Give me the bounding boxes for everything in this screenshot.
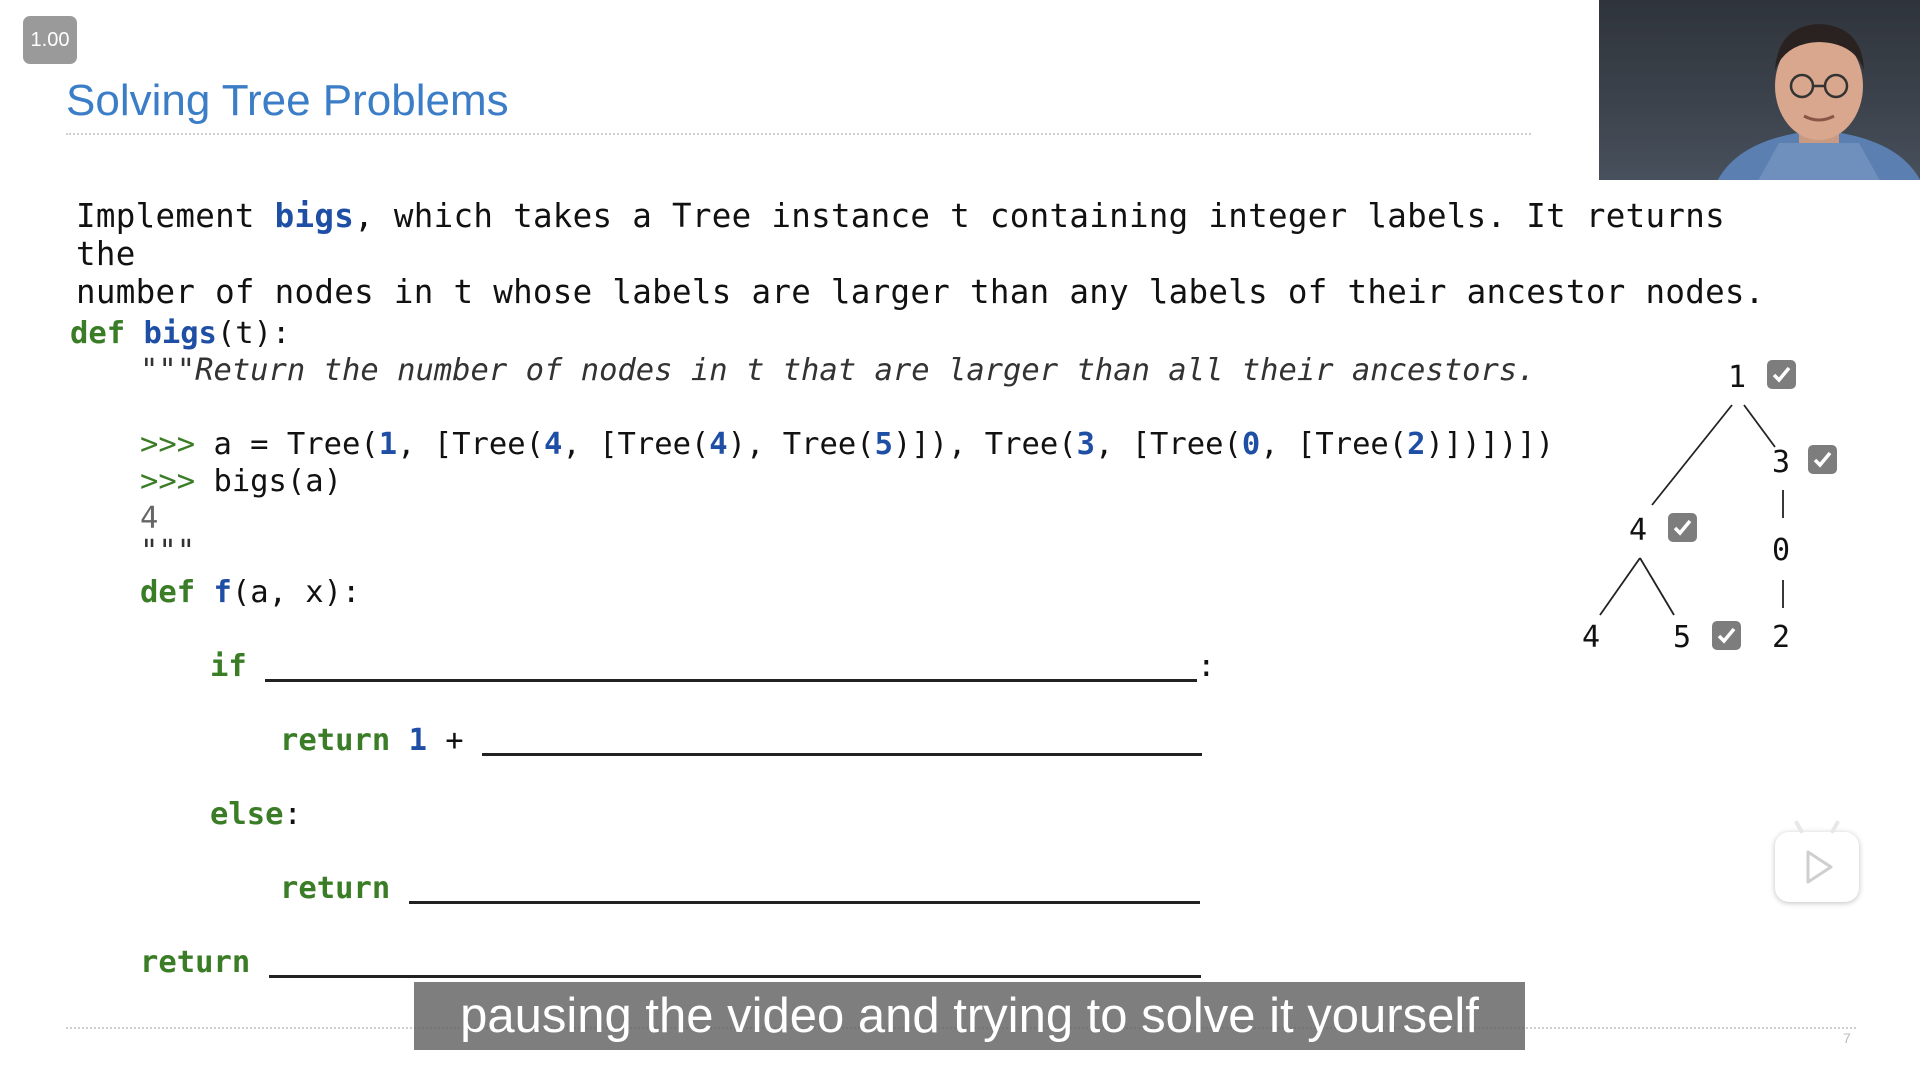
presenter-image <box>1717 24 1920 180</box>
description-line-1: Implement bigs, which takes a Tree insta… <box>76 197 1796 273</box>
code-number: 2 <box>1407 427 1426 462</box>
code-text: a = Tree( <box>195 427 379 462</box>
code-line-def: def bigs(t): <box>70 316 290 351</box>
code-number: 4 <box>544 427 563 462</box>
code-line-return-outer: return <box>140 945 1201 980</box>
doctest-output: 4 <box>140 501 159 536</box>
checkmark-icon <box>1767 360 1796 389</box>
if-keyword: if <box>210 649 247 684</box>
docstring-close: """ <box>140 534 196 569</box>
def-keyword: def <box>140 575 196 610</box>
code-line-inner-def: def f(a, x): <box>140 575 360 610</box>
code-text: , [Tree( <box>1094 427 1242 462</box>
code-text: bigs(a) <box>195 464 342 499</box>
code-text: )]), Tree( <box>892 427 1077 462</box>
play-icon <box>1806 850 1833 884</box>
title-divider <box>66 133 1531 135</box>
code-number: 0 <box>1241 427 1261 462</box>
return-keyword: return <box>140 945 251 980</box>
tree-node-1: 1 <box>1728 360 1747 395</box>
checkmark-icon <box>1808 445 1837 474</box>
code-text: : <box>283 797 302 832</box>
function-params: (t): <box>216 316 291 351</box>
tree-node-4-leaf: 4 <box>1582 620 1601 655</box>
code-text: )])])]) <box>1425 427 1555 462</box>
video-subtitle: pausing the video and trying to solve it… <box>414 982 1525 1050</box>
def-keyword: def <box>70 316 126 351</box>
prompt-symbol: >>> <box>140 464 196 499</box>
doctest-example-line: >>> a = Tree(1, [Tree(4, [Tree(4), Tree(… <box>140 427 1554 462</box>
function-params: (a, x): <box>231 575 361 610</box>
code-number: 5 <box>874 427 893 462</box>
tree-node-3: 3 <box>1772 445 1791 480</box>
code-number: 1 <box>408 723 427 758</box>
tree-node-2: 2 <box>1772 620 1791 655</box>
if-condition-blank[interactable] <box>265 651 1198 682</box>
return-keyword: return <box>280 723 391 758</box>
else-keyword: else <box>210 797 284 832</box>
code-text: , [Tree( <box>562 427 710 462</box>
code-line-return-else: return <box>280 871 1200 906</box>
tree-diagram: 1 3 4 0 4 5 2 <box>1560 345 1880 675</box>
code-line-return-one: return 1 + <box>280 723 1203 758</box>
prompt-symbol: >>> <box>140 427 196 462</box>
doctest-call-line: >>> bigs(a) <box>140 464 342 499</box>
code-text: , [Tree( <box>1260 427 1408 462</box>
code-text: + <box>426 723 464 758</box>
function-name: bigs <box>143 316 217 351</box>
checkmark-icon <box>1712 621 1741 650</box>
code-text: ), Tree( <box>727 427 875 462</box>
function-keyword: bigs <box>274 197 355 235</box>
docstring: """Return the number of nodes in t that … <box>140 353 1536 388</box>
return-sum-blank[interactable] <box>482 725 1203 756</box>
code-line-if: if : <box>210 649 1215 684</box>
function-name: f <box>213 575 232 610</box>
code-line-else: else: <box>210 797 302 832</box>
playback-speed-badge[interactable]: 1.00 <box>23 16 77 64</box>
code-number: 3 <box>1076 427 1095 462</box>
slide-page-number: 7 <box>1843 1030 1851 1046</box>
code-text: , [Tree( <box>397 427 545 462</box>
return-else-blank[interactable] <box>408 873 1200 904</box>
description-text: Implement <box>76 197 275 235</box>
return-keyword: return <box>280 871 391 906</box>
return-outer-blank[interactable] <box>268 947 1201 978</box>
slide-title: Solving Tree Problems <box>66 76 509 125</box>
tree-node-0: 0 <box>1772 533 1791 568</box>
code-number: 4 <box>709 427 728 462</box>
tree-node-5: 5 <box>1673 620 1692 655</box>
presenter-webcam <box>1599 0 1920 180</box>
play-button[interactable] <box>1775 819 1859 902</box>
description-line-2: number of nodes in t whose labels are la… <box>76 273 1765 311</box>
checkmark-icon <box>1668 513 1697 542</box>
tree-node-4: 4 <box>1629 513 1648 548</box>
code-number: 1 <box>378 427 398 462</box>
problem-description: Implement bigs, which takes a Tree insta… <box>76 197 1796 311</box>
code-text: : <box>1197 649 1216 684</box>
